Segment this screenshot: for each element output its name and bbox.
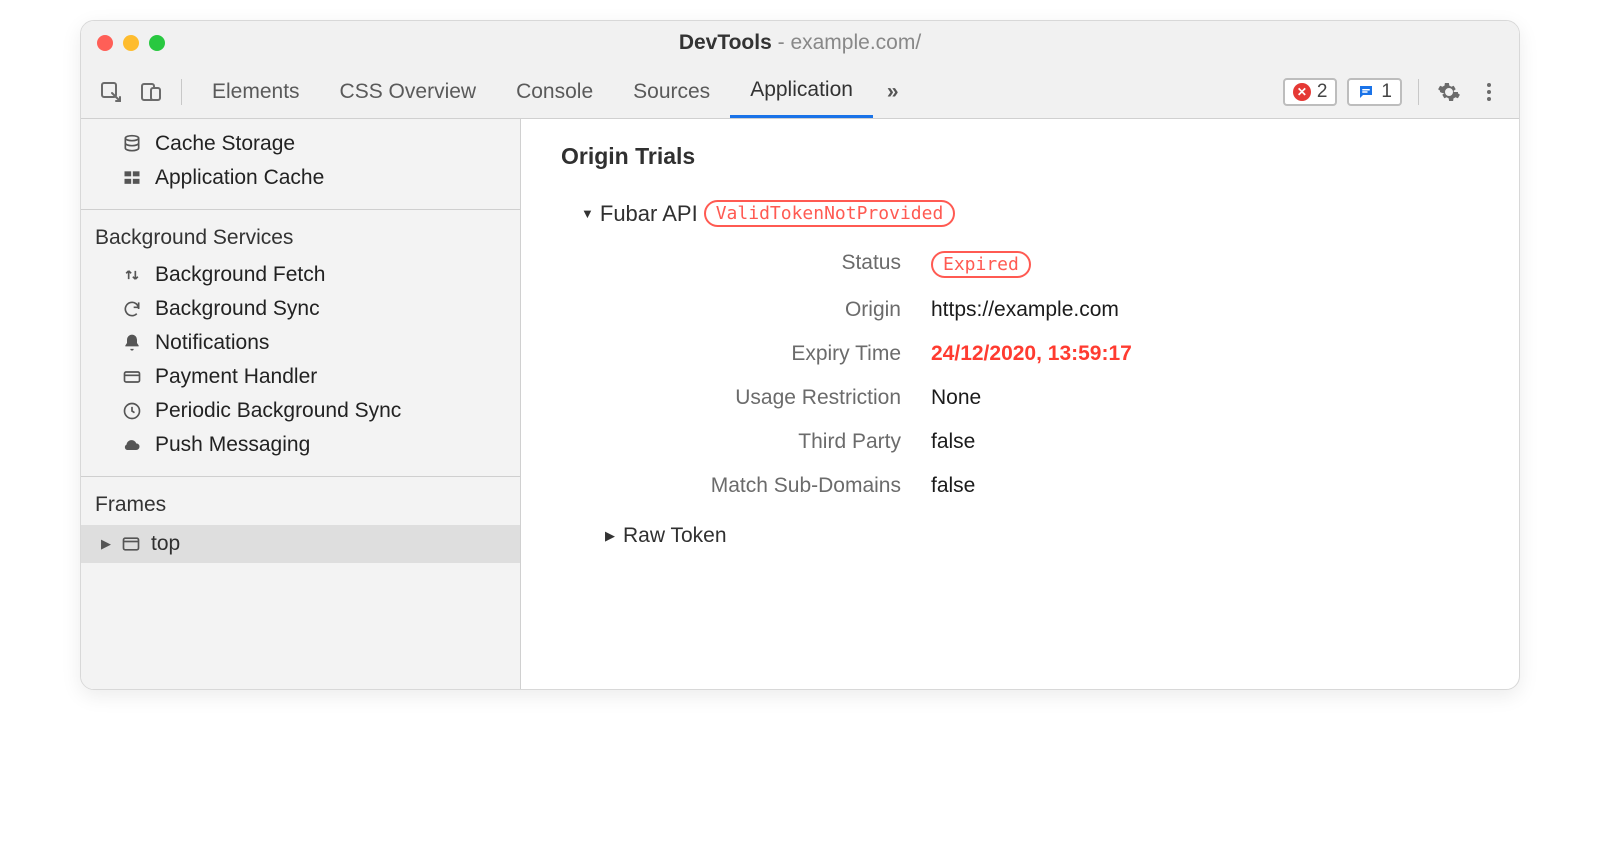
inspect-element-icon[interactable] xyxy=(91,65,131,118)
value-expiry: 24/12/2020, 13:59:17 xyxy=(931,342,1519,366)
sidebar-item-notifications[interactable]: Notifications xyxy=(81,326,520,360)
window-icon xyxy=(121,534,141,554)
label-status: Status xyxy=(581,251,901,278)
cloud-icon xyxy=(121,434,143,456)
tab-console[interactable]: Console xyxy=(496,65,613,118)
sidebar-item-label: Push Messaging xyxy=(155,433,310,457)
label-origin: Origin xyxy=(581,298,901,322)
devtools-window: DevTools - example.com/ Elements CSS Ove… xyxy=(80,20,1520,690)
minimize-icon[interactable] xyxy=(123,35,139,51)
page-title: Origin Trials xyxy=(561,143,1519,170)
bell-icon xyxy=(121,332,143,354)
triangle-right-icon: ▶ xyxy=(101,536,111,552)
value-match-subdomains: false xyxy=(931,474,1519,498)
toolbar-separator-2 xyxy=(1418,79,1419,105)
frames-item-top[interactable]: ▶ top xyxy=(81,525,520,563)
updown-icon xyxy=(121,264,143,286)
sidebar-item-label: Background Sync xyxy=(155,297,320,321)
application-sidebar: Cache Storage Application Cache Backgrou… xyxy=(81,119,521,689)
value-origin: https://example.com xyxy=(931,298,1519,322)
sidebar-item-background-fetch[interactable]: Background Fetch xyxy=(81,258,520,292)
more-menu-button[interactable] xyxy=(1469,80,1509,104)
tab-css-overview[interactable]: CSS Overview xyxy=(320,65,497,118)
card-icon xyxy=(121,366,143,388)
more-tabs-button[interactable]: » xyxy=(873,80,913,104)
zoom-icon[interactable] xyxy=(149,35,165,51)
status-badges: ✕ 2 1 xyxy=(1283,78,1402,106)
trial-row-header[interactable]: ▼ Fubar API ValidTokenNotProvided xyxy=(581,200,1519,227)
sidebar-item-payment-handler[interactable]: Payment Handler xyxy=(81,360,520,394)
sidebar-divider-2 xyxy=(81,476,520,477)
messages-count: 1 xyxy=(1381,81,1392,103)
panel-body: Cache Storage Application Cache Backgrou… xyxy=(81,119,1519,689)
sidebar-item-label: Background Fetch xyxy=(155,263,325,287)
sidebar-item-periodic-background-sync[interactable]: Periodic Background Sync xyxy=(81,394,520,428)
grid-icon xyxy=(121,167,143,189)
label-third-party: Third Party xyxy=(581,430,901,454)
window-title-strong: DevTools xyxy=(679,31,772,54)
message-icon xyxy=(1357,83,1375,101)
sidebar-item-label: Payment Handler xyxy=(155,365,317,389)
toolbar: Elements CSS Overview Console Sources Ap… xyxy=(81,65,1519,119)
close-icon[interactable] xyxy=(97,35,113,51)
triangle-right-icon: ▶ xyxy=(605,528,615,544)
frames-item-label: top xyxy=(151,532,180,556)
tab-sources[interactable]: Sources xyxy=(613,65,730,118)
sidebar-item-label: Notifications xyxy=(155,331,269,355)
chevron-double-right-icon: » xyxy=(887,80,899,104)
settings-button[interactable] xyxy=(1429,80,1469,104)
database-icon xyxy=(121,133,143,155)
label-match-subdomains: Match Sub-Domains xyxy=(581,474,901,498)
token-status-tag: ValidTokenNotProvided xyxy=(704,200,956,227)
sidebar-divider xyxy=(81,209,520,210)
window-title-muted: example.com/ xyxy=(790,31,921,54)
value-status: Expired xyxy=(931,251,1519,278)
raw-token-label: Raw Token xyxy=(623,524,727,548)
sidebar-item-label: Application Cache xyxy=(155,166,324,190)
clock-icon xyxy=(121,400,143,422)
sidebar-item-background-sync[interactable]: Background Sync xyxy=(81,292,520,326)
panel-tabs: Elements CSS Overview Console Sources Ap… xyxy=(192,65,873,118)
sidebar-heading-background-services: Background Services xyxy=(81,220,520,258)
sync-icon xyxy=(121,298,143,320)
main-panel: Origin Trials ▼ Fubar API ValidTokenNotP… xyxy=(521,119,1519,689)
device-toggle-icon[interactable] xyxy=(131,65,171,118)
errors-count: 2 xyxy=(1317,81,1328,103)
label-expiry: Expiry Time xyxy=(581,342,901,366)
value-usage-restriction: None xyxy=(931,386,1519,410)
traffic-lights xyxy=(97,35,165,51)
sidebar-item-cache-storage[interactable]: Cache Storage xyxy=(81,127,520,161)
toolbar-separator xyxy=(181,79,182,105)
title-bar: DevTools - example.com/ xyxy=(81,21,1519,65)
sidebar-heading-frames: Frames xyxy=(81,487,520,525)
messages-badge[interactable]: 1 xyxy=(1347,78,1402,106)
triangle-down-icon: ▼ xyxy=(581,206,594,221)
sidebar-item-label: Periodic Background Sync xyxy=(155,399,401,423)
sidebar-item-application-cache[interactable]: Application Cache xyxy=(81,161,520,195)
tab-elements[interactable]: Elements xyxy=(192,65,320,118)
window-title: DevTools - example.com/ xyxy=(81,31,1519,55)
status-badge: Expired xyxy=(931,251,1031,278)
errors-badge[interactable]: ✕ 2 xyxy=(1283,78,1338,106)
trial-name: Fubar API xyxy=(600,201,698,227)
error-icon: ✕ xyxy=(1293,83,1311,101)
trial-details: Status Expired Origin https://example.co… xyxy=(581,251,1519,498)
sidebar-item-push-messaging[interactable]: Push Messaging xyxy=(81,428,520,462)
value-third-party: false xyxy=(931,430,1519,454)
tab-application[interactable]: Application xyxy=(730,65,873,118)
label-usage-restriction: Usage Restriction xyxy=(581,386,901,410)
sidebar-item-label: Cache Storage xyxy=(155,132,295,156)
raw-token-row[interactable]: ▶ Raw Token xyxy=(605,524,1519,548)
window-title-sep: - xyxy=(772,31,791,54)
